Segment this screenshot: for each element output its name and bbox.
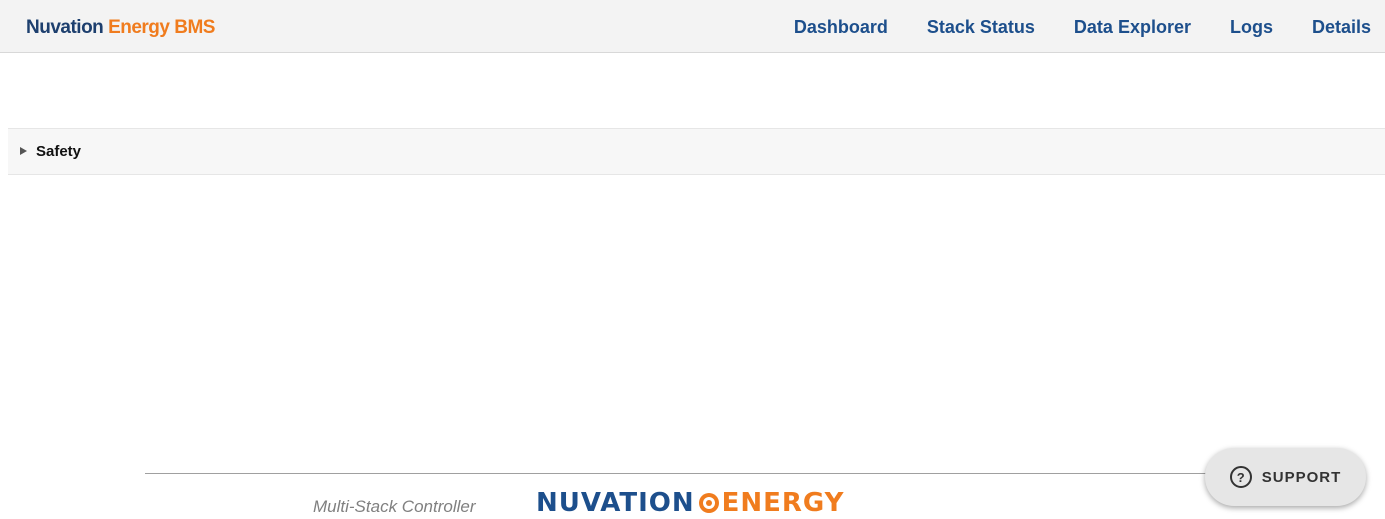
logo-mark-icon	[698, 493, 719, 513]
top-navbar: Nuvation Energy BMS Dashboard Stack Stat…	[0, 0, 1385, 53]
footer-divider	[145, 473, 1240, 474]
nav-details[interactable]: Details	[1312, 17, 1371, 38]
page: Nuvation Energy BMS Dashboard Stack Stat…	[0, 0, 1385, 519]
safety-section-toggle[interactable]: Safety	[8, 128, 1385, 175]
main-nav: Dashboard Stack Status Data Explorer Log…	[755, 17, 1371, 38]
nav-data-explorer[interactable]: Data Explorer	[1074, 17, 1191, 38]
brand-logo[interactable]: Nuvation Energy BMS	[26, 17, 215, 39]
question-circle-icon: ?	[1229, 466, 1252, 488]
brand-name-primary: Nuvation	[26, 17, 104, 38]
nav-dashboard[interactable]: Dashboard	[794, 17, 888, 38]
caret-right-icon	[20, 147, 27, 155]
brand-name-secondary: Energy BMS	[108, 17, 215, 38]
footer-company-logo: NUVATION ENERGY	[536, 488, 845, 518]
section-title: Safety	[36, 143, 82, 160]
support-button[interactable]: ? SUPPORT	[1205, 448, 1366, 506]
footer-product-name: Multi-Stack Controller	[313, 497, 476, 516]
logo-word-nuvation: NUVATION	[536, 488, 695, 518]
nav-stack-status[interactable]: Stack Status	[927, 17, 1035, 38]
support-label: SUPPORT	[1261, 468, 1342, 486]
logo-word-energy: ENERGY	[721, 488, 845, 518]
nav-logs[interactable]: Logs	[1230, 17, 1273, 38]
